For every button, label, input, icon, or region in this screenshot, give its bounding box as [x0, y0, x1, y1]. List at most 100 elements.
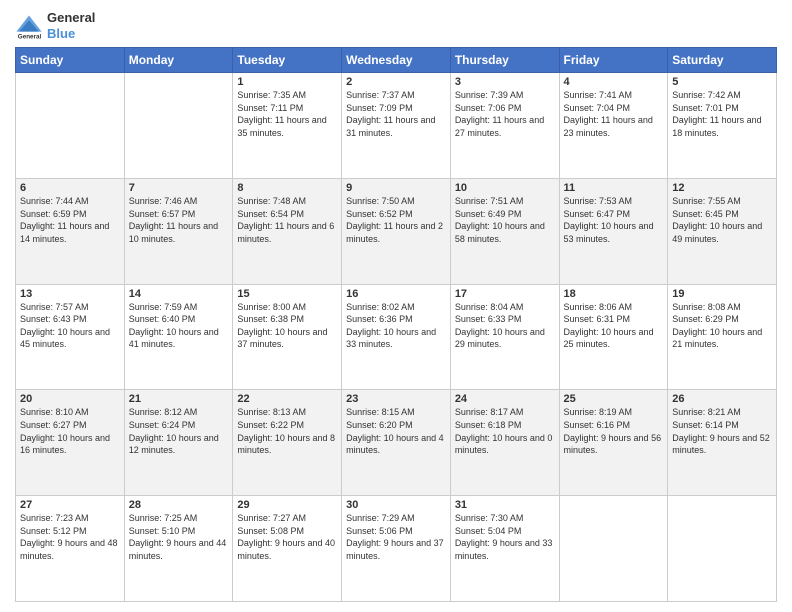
calendar-cell: 24Sunrise: 8:17 AM Sunset: 6:18 PM Dayli…	[450, 390, 559, 496]
col-header-tuesday: Tuesday	[233, 48, 342, 73]
day-info: Sunrise: 8:13 AM Sunset: 6:22 PM Dayligh…	[237, 406, 337, 456]
day-info: Sunrise: 7:30 AM Sunset: 5:04 PM Dayligh…	[455, 512, 555, 562]
day-number: 3	[455, 76, 555, 88]
day-number: 2	[346, 76, 446, 88]
day-info: Sunrise: 8:02 AM Sunset: 6:36 PM Dayligh…	[346, 301, 446, 351]
calendar-cell: 26Sunrise: 8:21 AM Sunset: 6:14 PM Dayli…	[668, 390, 777, 496]
day-number: 6	[20, 182, 120, 194]
calendar-cell: 16Sunrise: 8:02 AM Sunset: 6:36 PM Dayli…	[342, 284, 451, 390]
day-number: 16	[346, 288, 446, 300]
day-info: Sunrise: 8:04 AM Sunset: 6:33 PM Dayligh…	[455, 301, 555, 351]
calendar-cell: 3Sunrise: 7:39 AM Sunset: 7:06 PM Daylig…	[450, 73, 559, 179]
calendar-cell: 22Sunrise: 8:13 AM Sunset: 6:22 PM Dayli…	[233, 390, 342, 496]
day-number: 12	[672, 182, 772, 194]
day-number: 7	[129, 182, 229, 194]
calendar-cell: 31Sunrise: 7:30 AM Sunset: 5:04 PM Dayli…	[450, 496, 559, 602]
day-info: Sunrise: 8:08 AM Sunset: 6:29 PM Dayligh…	[672, 301, 772, 351]
week-row-4: 20Sunrise: 8:10 AM Sunset: 6:27 PM Dayli…	[16, 390, 777, 496]
day-info: Sunrise: 7:46 AM Sunset: 6:57 PM Dayligh…	[129, 195, 229, 245]
day-info: Sunrise: 8:21 AM Sunset: 6:14 PM Dayligh…	[672, 406, 772, 456]
day-number: 17	[455, 288, 555, 300]
svg-text:General: General	[18, 33, 42, 39]
calendar-cell: 13Sunrise: 7:57 AM Sunset: 6:43 PM Dayli…	[16, 284, 125, 390]
day-number: 10	[455, 182, 555, 194]
calendar-cell: 25Sunrise: 8:19 AM Sunset: 6:16 PM Dayli…	[559, 390, 668, 496]
day-number: 30	[346, 499, 446, 511]
calendar-header-row: SundayMondayTuesdayWednesdayThursdayFrid…	[16, 48, 777, 73]
week-row-1: 1Sunrise: 7:35 AM Sunset: 7:11 PM Daylig…	[16, 73, 777, 179]
day-number: 9	[346, 182, 446, 194]
calendar-cell: 18Sunrise: 8:06 AM Sunset: 6:31 PM Dayli…	[559, 284, 668, 390]
day-number: 4	[564, 76, 664, 88]
day-info: Sunrise: 7:27 AM Sunset: 5:08 PM Dayligh…	[237, 512, 337, 562]
calendar-cell: 12Sunrise: 7:55 AM Sunset: 6:45 PM Dayli…	[668, 178, 777, 284]
calendar-cell: 28Sunrise: 7:25 AM Sunset: 5:10 PM Dayli…	[124, 496, 233, 602]
week-row-2: 6Sunrise: 7:44 AM Sunset: 6:59 PM Daylig…	[16, 178, 777, 284]
day-info: Sunrise: 7:57 AM Sunset: 6:43 PM Dayligh…	[20, 301, 120, 351]
logo-text: General Blue	[47, 10, 95, 41]
calendar-cell: 6Sunrise: 7:44 AM Sunset: 6:59 PM Daylig…	[16, 178, 125, 284]
day-info: Sunrise: 7:23 AM Sunset: 5:12 PM Dayligh…	[20, 512, 120, 562]
calendar-cell: 10Sunrise: 7:51 AM Sunset: 6:49 PM Dayli…	[450, 178, 559, 284]
calendar-table: SundayMondayTuesdayWednesdayThursdayFrid…	[15, 47, 777, 602]
day-number: 27	[20, 499, 120, 511]
day-info: Sunrise: 8:00 AM Sunset: 6:38 PM Dayligh…	[237, 301, 337, 351]
calendar-cell: 23Sunrise: 8:15 AM Sunset: 6:20 PM Dayli…	[342, 390, 451, 496]
col-header-saturday: Saturday	[668, 48, 777, 73]
day-number: 28	[129, 499, 229, 511]
day-info: Sunrise: 8:12 AM Sunset: 6:24 PM Dayligh…	[129, 406, 229, 456]
calendar-cell: 15Sunrise: 8:00 AM Sunset: 6:38 PM Dayli…	[233, 284, 342, 390]
week-row-5: 27Sunrise: 7:23 AM Sunset: 5:12 PM Dayli…	[16, 496, 777, 602]
day-number: 13	[20, 288, 120, 300]
day-number: 22	[237, 393, 337, 405]
calendar-cell: 29Sunrise: 7:27 AM Sunset: 5:08 PM Dayli…	[233, 496, 342, 602]
calendar-cell: 20Sunrise: 8:10 AM Sunset: 6:27 PM Dayli…	[16, 390, 125, 496]
day-info: Sunrise: 7:50 AM Sunset: 6:52 PM Dayligh…	[346, 195, 446, 245]
calendar-cell: 17Sunrise: 8:04 AM Sunset: 6:33 PM Dayli…	[450, 284, 559, 390]
day-number: 8	[237, 182, 337, 194]
day-number: 24	[455, 393, 555, 405]
day-number: 15	[237, 288, 337, 300]
day-info: Sunrise: 7:55 AM Sunset: 6:45 PM Dayligh…	[672, 195, 772, 245]
calendar-cell: 11Sunrise: 7:53 AM Sunset: 6:47 PM Dayli…	[559, 178, 668, 284]
day-info: Sunrise: 8:19 AM Sunset: 6:16 PM Dayligh…	[564, 406, 664, 456]
day-info: Sunrise: 7:53 AM Sunset: 6:47 PM Dayligh…	[564, 195, 664, 245]
day-info: Sunrise: 7:44 AM Sunset: 6:59 PM Dayligh…	[20, 195, 120, 245]
calendar-cell: 5Sunrise: 7:42 AM Sunset: 7:01 PM Daylig…	[668, 73, 777, 179]
day-info: Sunrise: 7:35 AM Sunset: 7:11 PM Dayligh…	[237, 89, 337, 139]
day-info: Sunrise: 7:42 AM Sunset: 7:01 PM Dayligh…	[672, 89, 772, 139]
calendar-cell: 21Sunrise: 8:12 AM Sunset: 6:24 PM Dayli…	[124, 390, 233, 496]
calendar-cell: 1Sunrise: 7:35 AM Sunset: 7:11 PM Daylig…	[233, 73, 342, 179]
col-header-wednesday: Wednesday	[342, 48, 451, 73]
calendar-cell: 27Sunrise: 7:23 AM Sunset: 5:12 PM Dayli…	[16, 496, 125, 602]
calendar-cell: 9Sunrise: 7:50 AM Sunset: 6:52 PM Daylig…	[342, 178, 451, 284]
day-info: Sunrise: 7:51 AM Sunset: 6:49 PM Dayligh…	[455, 195, 555, 245]
day-number: 25	[564, 393, 664, 405]
col-header-friday: Friday	[559, 48, 668, 73]
calendar-cell: 30Sunrise: 7:29 AM Sunset: 5:06 PM Dayli…	[342, 496, 451, 602]
calendar-cell	[124, 73, 233, 179]
calendar-cell: 19Sunrise: 8:08 AM Sunset: 6:29 PM Dayli…	[668, 284, 777, 390]
day-info: Sunrise: 8:10 AM Sunset: 6:27 PM Dayligh…	[20, 406, 120, 456]
day-info: Sunrise: 7:48 AM Sunset: 6:54 PM Dayligh…	[237, 195, 337, 245]
day-number: 21	[129, 393, 229, 405]
calendar-cell: 8Sunrise: 7:48 AM Sunset: 6:54 PM Daylig…	[233, 178, 342, 284]
week-row-3: 13Sunrise: 7:57 AM Sunset: 6:43 PM Dayli…	[16, 284, 777, 390]
col-header-sunday: Sunday	[16, 48, 125, 73]
calendar-cell: 7Sunrise: 7:46 AM Sunset: 6:57 PM Daylig…	[124, 178, 233, 284]
calendar-cell	[668, 496, 777, 602]
day-info: Sunrise: 7:25 AM Sunset: 5:10 PM Dayligh…	[129, 512, 229, 562]
day-info: Sunrise: 8:06 AM Sunset: 6:31 PM Dayligh…	[564, 301, 664, 351]
header: General General Blue	[15, 10, 777, 41]
day-number: 26	[672, 393, 772, 405]
calendar-cell: 14Sunrise: 7:59 AM Sunset: 6:40 PM Dayli…	[124, 284, 233, 390]
calendar-cell: 2Sunrise: 7:37 AM Sunset: 7:09 PM Daylig…	[342, 73, 451, 179]
day-number: 29	[237, 499, 337, 511]
calendar-cell: 4Sunrise: 7:41 AM Sunset: 7:04 PM Daylig…	[559, 73, 668, 179]
logo: General General Blue	[15, 10, 95, 41]
day-info: Sunrise: 8:15 AM Sunset: 6:20 PM Dayligh…	[346, 406, 446, 456]
col-header-monday: Monday	[124, 48, 233, 73]
day-info: Sunrise: 7:39 AM Sunset: 7:06 PM Dayligh…	[455, 89, 555, 139]
calendar-cell	[559, 496, 668, 602]
day-info: Sunrise: 8:17 AM Sunset: 6:18 PM Dayligh…	[455, 406, 555, 456]
